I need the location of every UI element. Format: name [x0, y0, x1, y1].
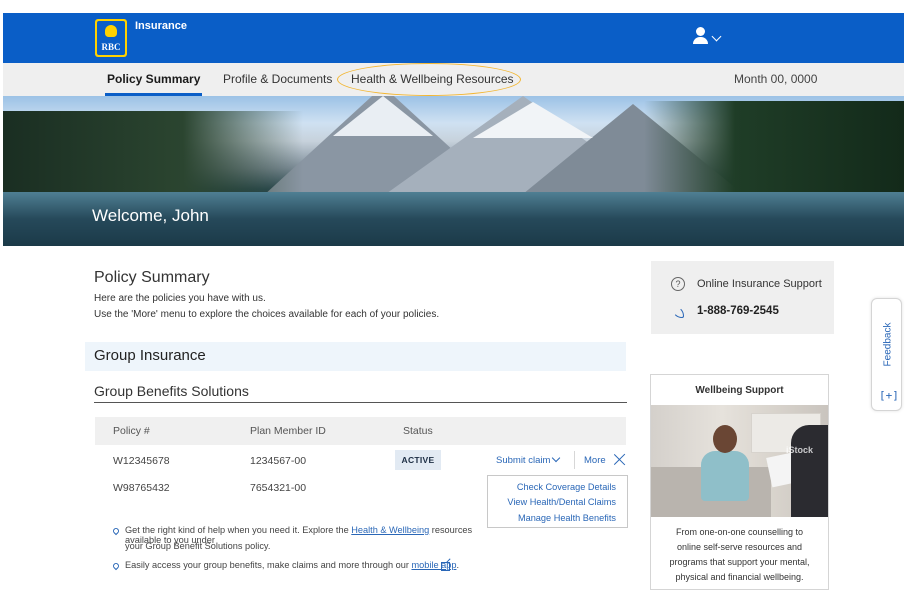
- tab-health-wellbeing[interactable]: Health & Wellbeing Resources: [351, 63, 514, 96]
- rbc-logo[interactable]: RBC: [95, 19, 127, 57]
- current-date: Month 00, 0000: [734, 72, 818, 86]
- wellbeing-line-1: From one-on-one counselling to: [675, 527, 804, 537]
- hero-banner: Welcome, John: [3, 96, 904, 246]
- snow-peak: [333, 96, 433, 136]
- help-icon: ?: [671, 277, 685, 291]
- wellbeing-line-4: physical and financial wellbeing.: [675, 572, 804, 582]
- feedback-plus-icon: [+]: [879, 389, 899, 402]
- menu-item-manage-benefits[interactable]: Manage Health Benefits: [518, 513, 616, 523]
- tip-2-text: Easily access your group benefits, make …: [125, 560, 412, 570]
- tip-2: Easily access your group benefits, make …: [125, 560, 459, 570]
- snow-peak: [473, 102, 593, 138]
- submit-claim-label: Submit claim: [496, 455, 551, 466]
- tab-profile-documents[interactable]: Profile & Documents: [223, 63, 332, 96]
- external-link-icon[interactable]: [441, 562, 450, 571]
- column-member-id: Plan Member ID: [250, 425, 326, 437]
- rbc-logo-shield: RBC: [97, 21, 125, 55]
- user-icon-body: [693, 37, 708, 44]
- group-insurance-title: Group Insurance: [94, 347, 206, 364]
- user-icon: [696, 27, 705, 36]
- support-box: ? Online Insurance Support 1-888-769-254…: [651, 261, 834, 334]
- user-menu-button[interactable]: [693, 27, 729, 49]
- product-name: Insurance: [135, 20, 187, 32]
- page-title: Policy Summary: [94, 269, 210, 286]
- row2-member-id: 7654321-00: [250, 482, 307, 494]
- more-button[interactable]: More: [584, 455, 606, 466]
- lion-icon: [105, 25, 117, 37]
- welcome-message: Welcome, John: [92, 206, 209, 225]
- tab-policy-summary[interactable]: Policy Summary: [104, 63, 203, 96]
- forest-left: [3, 111, 303, 196]
- row1-policy: W12345678: [113, 455, 170, 467]
- logo-text: RBC: [101, 42, 121, 52]
- photo-watermark: iStock: [786, 445, 814, 455]
- forest-right: [644, 101, 904, 193]
- table-header: Policy # Plan Member ID Status: [95, 417, 626, 445]
- photo-person: [701, 451, 749, 501]
- nav-bar: Policy Summary Profile & Documents Healt…: [3, 63, 904, 96]
- wellbeing-title: Wellbeing Support: [695, 385, 784, 396]
- chevron-down-icon: [711, 31, 722, 42]
- tip-2-text-end: .: [456, 560, 459, 570]
- action-divider: [574, 451, 575, 469]
- tip-1-line-2: your Group Benefit Solutions policy.: [125, 541, 271, 551]
- phone-icon: [672, 306, 684, 318]
- location-pin-icon: [111, 526, 121, 536]
- photo-counsellor: [791, 425, 828, 517]
- intro-line-2: Use the 'More' menu to explore the choic…: [94, 309, 440, 320]
- row2-policy: W98765432: [113, 482, 170, 494]
- section-divider: [94, 402, 627, 403]
- row1-member-id: 1234567-00: [250, 455, 307, 467]
- section-title: Group Benefits Solutions: [94, 383, 249, 399]
- feedback-label: Feedback: [882, 322, 894, 367]
- support-phone-link[interactable]: 1-888-769-2545: [697, 305, 779, 317]
- location-pin-icon: [111, 561, 121, 571]
- photo-person-head: [713, 425, 737, 453]
- submit-claim-button[interactable]: Submit claim: [496, 455, 550, 466]
- column-status: Status: [403, 425, 433, 437]
- column-policy: Policy #: [113, 425, 150, 437]
- more-menu: Check Coverage Details View Health/Denta…: [487, 475, 628, 528]
- close-icon[interactable]: [613, 453, 626, 466]
- wellbeing-line-3: programs that support your mental,: [669, 557, 810, 567]
- wellbeing-line-2: online self-serve resources and: [676, 542, 803, 552]
- top-bar: RBC Insurance: [3, 13, 904, 63]
- wellbeing-photo: iStock: [651, 405, 828, 517]
- chevron-down-icon[interactable]: [551, 453, 561, 463]
- wellbeing-card[interactable]: Wellbeing Support iStock From one-on-one…: [650, 374, 829, 590]
- menu-item-check-coverage[interactable]: Check Coverage Details: [517, 482, 616, 492]
- menu-item-view-claims[interactable]: View Health/Dental Claims: [507, 497, 616, 507]
- online-support-label: Online Insurance Support: [697, 278, 822, 290]
- intro-line-1: Here are the policies you have with us.: [94, 293, 266, 304]
- status-badge: ACTIVE: [395, 450, 441, 470]
- health-wellbeing-link[interactable]: Health & Wellbeing: [351, 525, 429, 535]
- feedback-tab[interactable]: Feedback [+]: [871, 298, 902, 411]
- tip-1-text: Get the right kind of help when you need…: [125, 525, 352, 535]
